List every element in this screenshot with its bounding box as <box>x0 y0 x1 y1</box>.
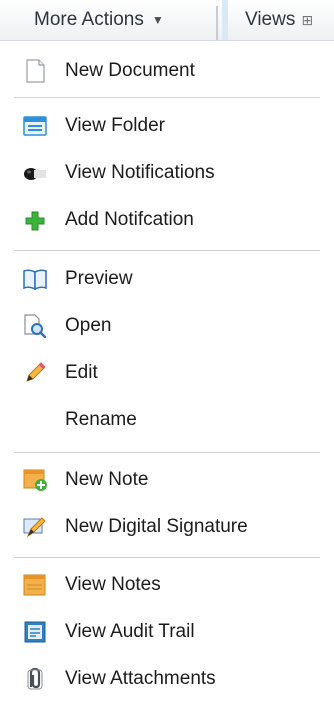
menu-item-label: Open <box>65 315 112 336</box>
menu-divider <box>14 557 320 558</box>
more-actions-label: More Actions <box>34 9 144 30</box>
menu-item-label: Add Notifcation <box>65 209 194 230</box>
menu-item-label: View Notes <box>65 574 161 595</box>
menu-item-label: Preview <box>65 268 133 289</box>
pencil-icon <box>26 362 46 382</box>
menu-item-open[interactable]: Open <box>0 303 334 349</box>
menu-item-rename[interactable]: Rename <box>0 397 334 443</box>
new-note-icon <box>23 469 47 491</box>
magnify-document-icon <box>24 314 47 338</box>
menu-divider <box>14 452 320 453</box>
more-actions-button[interactable]: More Actions ▼ <box>34 0 164 40</box>
menu-item-label: Edit <box>65 362 98 383</box>
views-button[interactable]: Views ⊞ <box>245 0 313 40</box>
chevron-down-icon: ▼ <box>151 13 164 27</box>
menu-item-label: View Audit Trail <box>65 621 195 642</box>
menu-item-view-notifications[interactable]: View Notifications <box>0 150 334 196</box>
book-icon <box>23 269 47 291</box>
grid-icon: ⊞ <box>301 11 313 28</box>
menu-divider <box>14 250 320 251</box>
toolbar: More Actions ▼ Views ⊞ <box>0 0 334 41</box>
menu-item-new-document[interactable]: New Document <box>0 48 334 94</box>
menu-item-new-note[interactable]: New Note <box>0 457 334 503</box>
menu-item-label: View Notifications <box>65 162 215 183</box>
menu-item-new-digital-signature[interactable]: New Digital Signature <box>0 504 334 550</box>
menu-item-view-audit-trail[interactable]: View Audit Trail <box>0 609 334 655</box>
signature-pen-icon <box>23 517 46 538</box>
menu-divider <box>14 97 320 98</box>
menu-item-label: New Note <box>65 469 149 490</box>
folder-icon <box>23 116 47 136</box>
menu-item-label: View Folder <box>65 115 165 136</box>
note-icon <box>23 574 46 596</box>
menu-item-label: View Attachments <box>65 668 216 689</box>
menu-item-view-notes[interactable]: View Notes <box>0 562 334 608</box>
notification-icon <box>24 168 46 180</box>
views-label: Views <box>245 9 296 30</box>
audit-trail-icon <box>24 621 46 643</box>
menu-item-view-folder[interactable]: View Folder <box>0 103 334 149</box>
menu-item-label: New Document <box>65 60 195 81</box>
menu-item-preview[interactable]: Preview <box>0 256 334 302</box>
menu-item-add-notification[interactable]: Add Notifcation <box>0 197 334 243</box>
toolbar-divider-highlight <box>222 0 228 40</box>
menu-item-view-attachments[interactable]: View Attachments <box>0 656 334 702</box>
menu-item-edit[interactable]: Edit <box>0 350 334 396</box>
toolbar-divider <box>216 6 218 40</box>
plus-icon <box>25 211 45 231</box>
menu-item-label: New Digital Signature <box>65 516 248 537</box>
document-icon <box>26 59 45 83</box>
menu-item-label: Rename <box>65 409 137 430</box>
paperclip-icon <box>27 667 43 690</box>
